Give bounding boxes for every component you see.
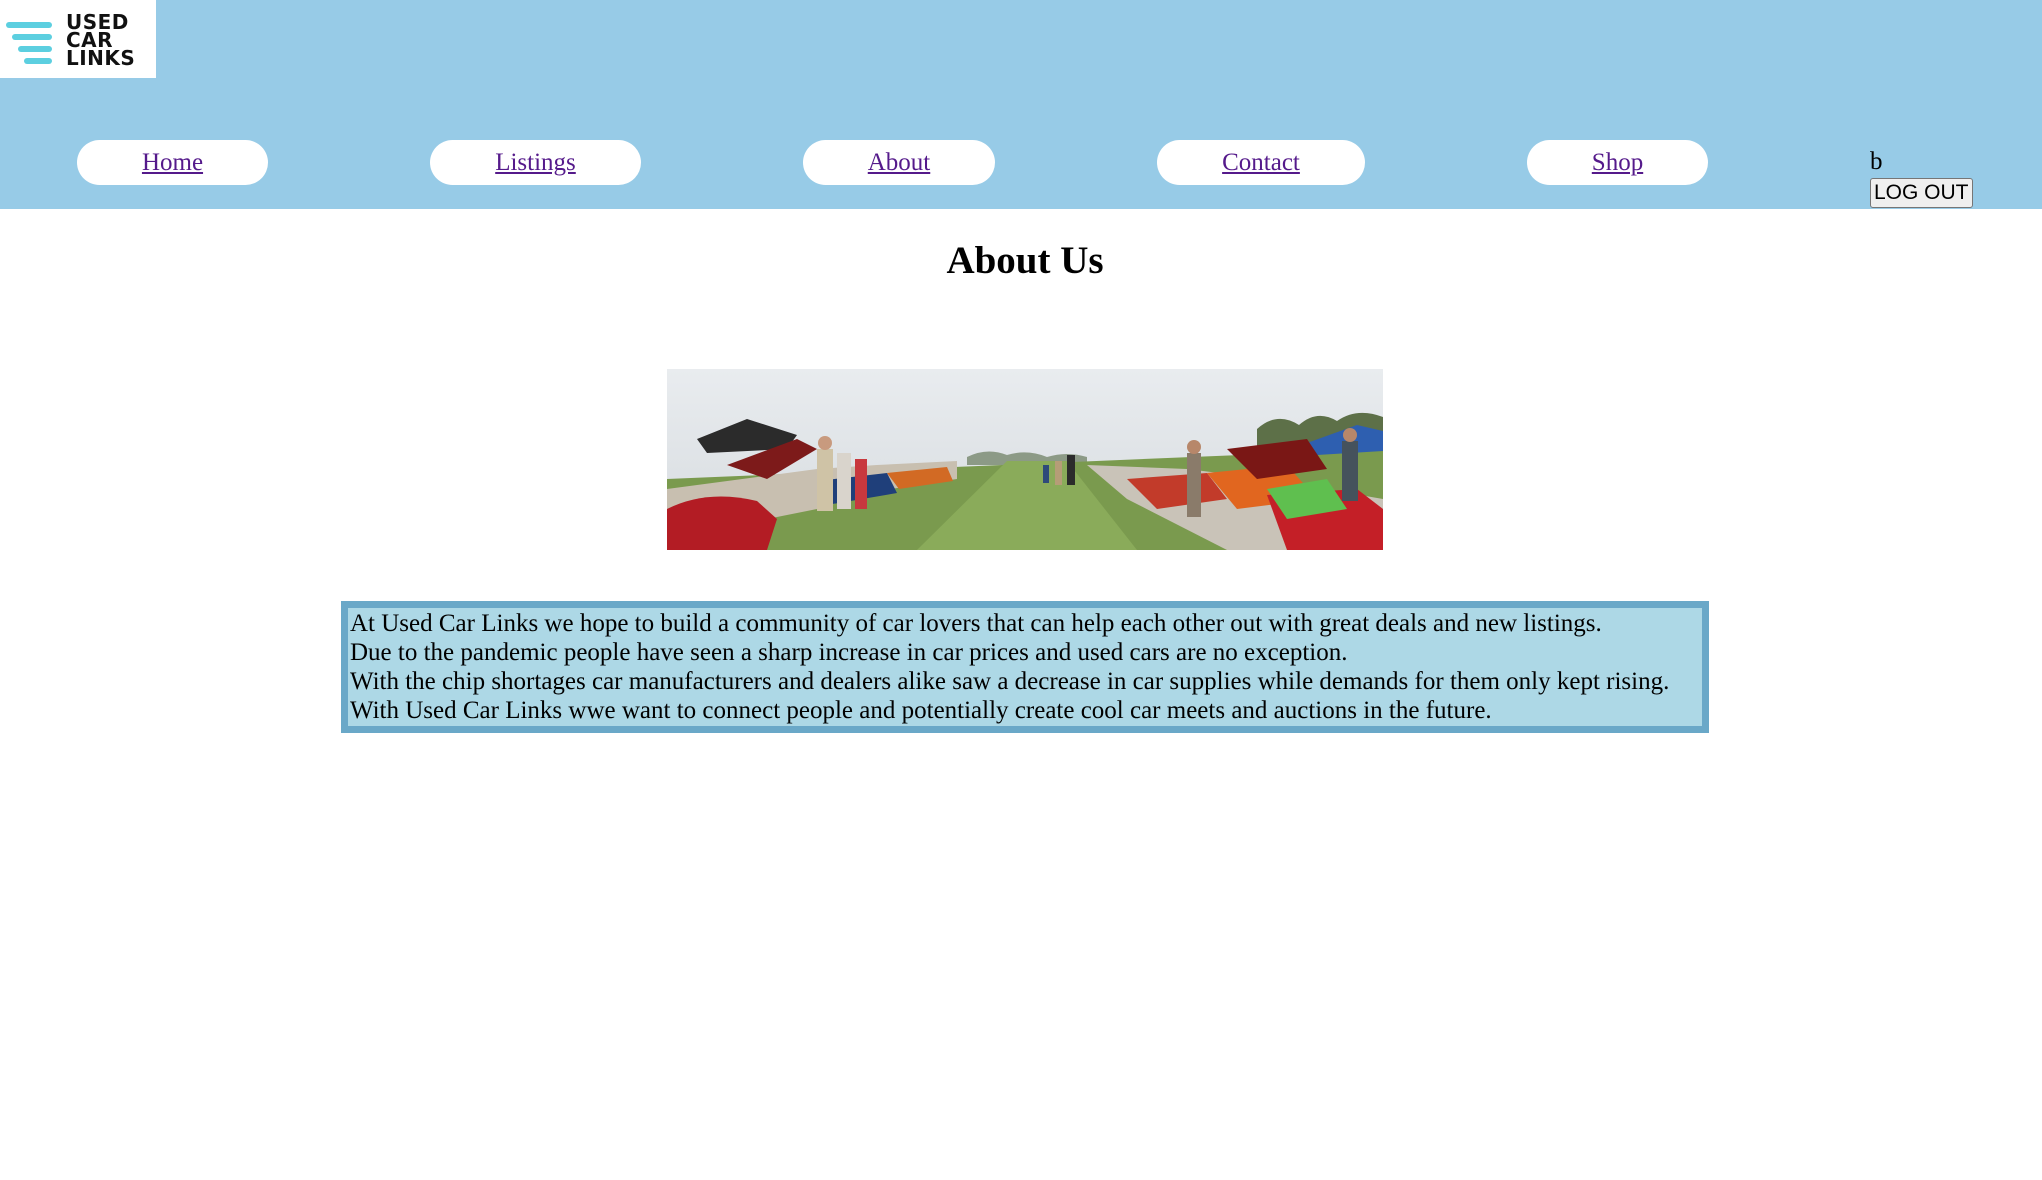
nav-link-home[interactable]: Home — [142, 149, 203, 176]
nav-link-contact[interactable]: Contact — [1222, 149, 1300, 176]
car-show-photo — [667, 369, 1383, 550]
nav-item-home[interactable]: Home — [77, 140, 268, 185]
logout-button[interactable]: LOG OUT — [1870, 178, 1973, 208]
site-header: USED CAR LINKS Home Listings About Conta… — [0, 0, 2042, 209]
about-line-4: With Used Car Links wwe want to connect … — [350, 697, 1492, 724]
username-label: b — [1870, 148, 1883, 175]
logo-wordmark: USED CAR LINKS — [66, 12, 136, 70]
logo-stripes-icon — [6, 22, 52, 64]
nav-link-about[interactable]: About — [868, 149, 931, 176]
nav-item-contact[interactable]: Contact — [1157, 140, 1365, 185]
logo-line-links: LINKS — [66, 46, 136, 70]
about-line-1: At Used Car Links we hope to build a com… — [350, 610, 1602, 637]
about-text-box: At Used Car Links we hope to build a com… — [341, 601, 1709, 733]
nav-item-listings[interactable]: Listings — [430, 140, 641, 185]
nav-link-listings[interactable]: Listings — [495, 149, 576, 176]
car-show-image — [667, 369, 1383, 550]
nav-link-shop[interactable]: Shop — [1592, 149, 1643, 176]
site-logo[interactable]: USED CAR LINKS — [0, 0, 156, 78]
nav-item-about[interactable]: About — [803, 140, 995, 185]
about-line-3: With the chip shortages car manufacturer… — [350, 668, 1670, 695]
about-line-2: Due to the pandemic people have seen a s… — [350, 639, 1348, 666]
nav-item-shop[interactable]: Shop — [1527, 140, 1708, 185]
page-title: About Us — [946, 239, 1104, 282]
